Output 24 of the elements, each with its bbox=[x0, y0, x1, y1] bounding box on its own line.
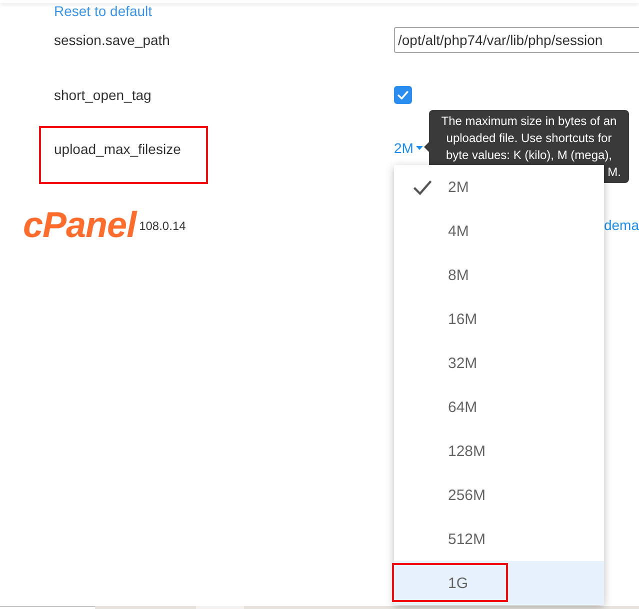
menu-item[interactable]: 256M bbox=[394, 473, 604, 517]
menu-item[interactable]: 64M bbox=[394, 385, 604, 429]
reset-link[interactable]: Reset to default bbox=[54, 4, 152, 19]
brand-logo: cPanel bbox=[23, 206, 136, 244]
version-text: 108.0.14 bbox=[139, 219, 186, 233]
menu-item[interactable]: 2M bbox=[394, 165, 604, 209]
caret-icon bbox=[416, 146, 424, 150]
menu-item[interactable]: 4M bbox=[394, 209, 604, 253]
menu-item[interactable]: 128M bbox=[394, 429, 604, 473]
menu-item[interactable]: 512M bbox=[394, 517, 604, 561]
input-field[interactable]: /opt/alt/php74/var/lib/php/session bbox=[394, 27, 639, 53]
setting-label: session.save_path bbox=[54, 32, 170, 48]
footer-link[interactable]: dema bbox=[604, 217, 639, 233]
checkbox[interactable] bbox=[394, 86, 412, 104]
tooltip-text: M. bbox=[608, 165, 621, 179]
menu-item[interactable]: 8M bbox=[394, 253, 604, 297]
tooltip-text: The maximum size in bytes of an uploaded file. Use shortcuts for byte values: K (kilo), M (mega), bbox=[440, 113, 618, 164]
menu-item[interactable]: 32M bbox=[394, 341, 604, 385]
setting-label: short_open_tag bbox=[54, 87, 152, 103]
scrollbar[interactable] bbox=[95, 606, 639, 609]
menu-item[interactable]: 1G bbox=[394, 561, 604, 605]
dropdown-toggle[interactable]: 2M bbox=[394, 138, 424, 158]
menu-item[interactable]: 16M bbox=[394, 297, 604, 341]
setting-label: upload_max_filesize bbox=[54, 141, 181, 157]
